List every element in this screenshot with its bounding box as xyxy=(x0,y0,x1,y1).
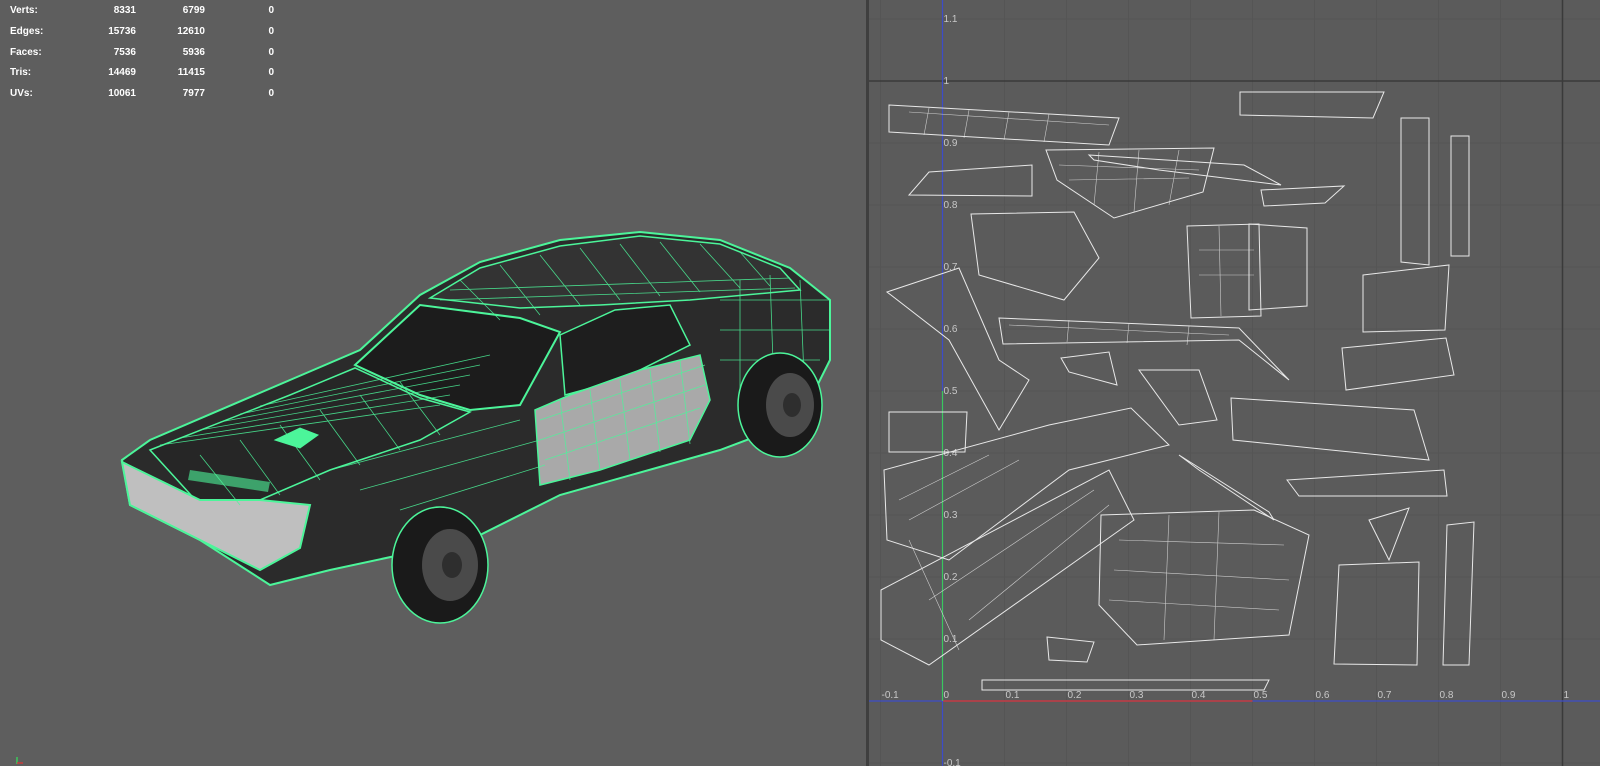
v-tick-label: -0.1 xyxy=(944,758,962,766)
stat-value: 5936 xyxy=(182,46,205,58)
uv-shell xyxy=(970,211,1100,301)
stat-row: Verts: 8331 6799 0 xyxy=(10,1,274,22)
u-tick-label: 0.2 xyxy=(1068,690,1082,701)
car-model[interactable] xyxy=(0,0,866,766)
v-tick-label: 0.9 xyxy=(944,138,958,149)
uv-shell xyxy=(1060,351,1118,386)
u-tick-label: 0.4 xyxy=(1192,690,1206,701)
u-tick-label: -0.1 xyxy=(882,690,900,701)
uv-shell xyxy=(888,411,968,453)
uv-shell-edge xyxy=(898,454,1020,521)
uv-shell-edge xyxy=(1008,319,1230,346)
uv-shell xyxy=(1286,469,1448,497)
stat-value: 15736 xyxy=(108,25,136,37)
uv-shell xyxy=(1442,521,1475,666)
u-tick-label: 0.3 xyxy=(1130,690,1144,701)
uv-shell xyxy=(1186,223,1262,319)
v-tick-label: 1 xyxy=(944,76,950,87)
stat-label: UVs: xyxy=(10,88,33,100)
u-tick-label: 0.9 xyxy=(1502,690,1516,701)
stat-value: 7977 xyxy=(182,88,205,100)
uv-shell xyxy=(1362,264,1450,333)
u-tick-label: 0.6 xyxy=(1316,690,1330,701)
uv-shell xyxy=(1368,507,1410,562)
stat-value: 8331 xyxy=(113,5,136,16)
u-tick-label: 0.7 xyxy=(1378,690,1392,701)
uv-shell xyxy=(1450,135,1470,257)
rear-wheel xyxy=(737,352,823,458)
stat-value: 0 xyxy=(268,67,274,79)
v-tick-label: 0.3 xyxy=(944,510,958,521)
uv-shell xyxy=(1046,636,1095,663)
stat-row: Tris: 14469 11415 0 xyxy=(10,63,274,84)
u-tick-label: 0.5 xyxy=(1254,690,1268,701)
stat-row: Edges: 15736 12610 0 xyxy=(10,22,274,43)
uv-shell xyxy=(885,267,1030,431)
stat-label: Edges: xyxy=(10,25,44,37)
v-tick-label: 1.1 xyxy=(944,14,958,25)
front-wheel xyxy=(391,506,489,624)
v-tick-label: 0.6 xyxy=(944,324,958,335)
uv-shell-edge xyxy=(908,489,1110,651)
uv-shell xyxy=(1239,91,1385,119)
stat-value: 14469 xyxy=(108,67,136,79)
stat-row: UVs: 10061 7977 0 xyxy=(10,84,274,105)
stat-value: 0 xyxy=(268,25,274,37)
uv-shell xyxy=(981,679,1270,691)
uv-shell-edge xyxy=(908,107,1110,143)
poly-count-hud: Verts: 8331 6799 0 Edges: 15736 12610 0 Faces: 75… xyxy=(10,1,274,105)
3d-viewport[interactable]: Verts: 8331 6799 0 Edges: 15736 12610 0 Faces: 75… xyxy=(0,0,866,766)
uv-shell xyxy=(880,469,1135,666)
v-tick-label: 0.2 xyxy=(944,572,958,583)
stat-row: Faces: 7536 5936 0 xyxy=(10,43,274,64)
stat-value: 7536 xyxy=(113,46,136,58)
uv-shell-edge xyxy=(1108,511,1290,641)
stat-value: 0 xyxy=(268,5,274,16)
u-tick-label: 0 xyxy=(944,690,950,701)
stat-value: 10061 xyxy=(108,88,136,100)
stat-label: Verts: xyxy=(10,5,38,16)
stat-value: 0 xyxy=(268,46,274,58)
uv-grid[interactable]: -0.1 0 0.1 0.2 0.3 0.4 0.5 0.6 0.7 0.8 0.9 1 1.1 1 0.9… xyxy=(869,0,1600,766)
uv-shell xyxy=(883,407,1170,561)
stat-value: 0 xyxy=(268,88,274,100)
stat-value: 12610 xyxy=(177,25,205,37)
stat-label: Faces: xyxy=(10,46,42,58)
v-tick-label: 0.5 xyxy=(944,386,958,397)
uv-shell-edge xyxy=(1199,225,1254,317)
uv-editor[interactable]: -0.1 0 0.1 0.2 0.3 0.4 0.5 0.6 0.7 0.8 0.9 1 1.1 1 0.9… xyxy=(869,0,1600,766)
stat-label: Tris: xyxy=(10,67,32,79)
uv-shell xyxy=(1178,454,1275,521)
u-tick-label: 0.8 xyxy=(1440,690,1454,701)
stat-value: 11415 xyxy=(177,67,205,79)
uv-shell xyxy=(1400,117,1430,266)
u-tick-label: 1 xyxy=(1564,690,1570,701)
uv-shell xyxy=(1260,185,1346,207)
uv-shell xyxy=(1230,397,1430,461)
stat-value: 6799 xyxy=(182,5,205,16)
u-tick-label: 0.1 xyxy=(1006,690,1020,701)
view-axis-gizmo xyxy=(16,757,23,764)
uv-shell xyxy=(1045,147,1215,219)
uv-shell xyxy=(907,164,1033,197)
uv-shell xyxy=(1138,369,1218,426)
uv-shell xyxy=(998,317,1290,381)
uv-shell xyxy=(1341,337,1455,391)
v-tick-label: 0.8 xyxy=(944,200,958,211)
v-tick-label: 0.7 xyxy=(944,262,958,273)
